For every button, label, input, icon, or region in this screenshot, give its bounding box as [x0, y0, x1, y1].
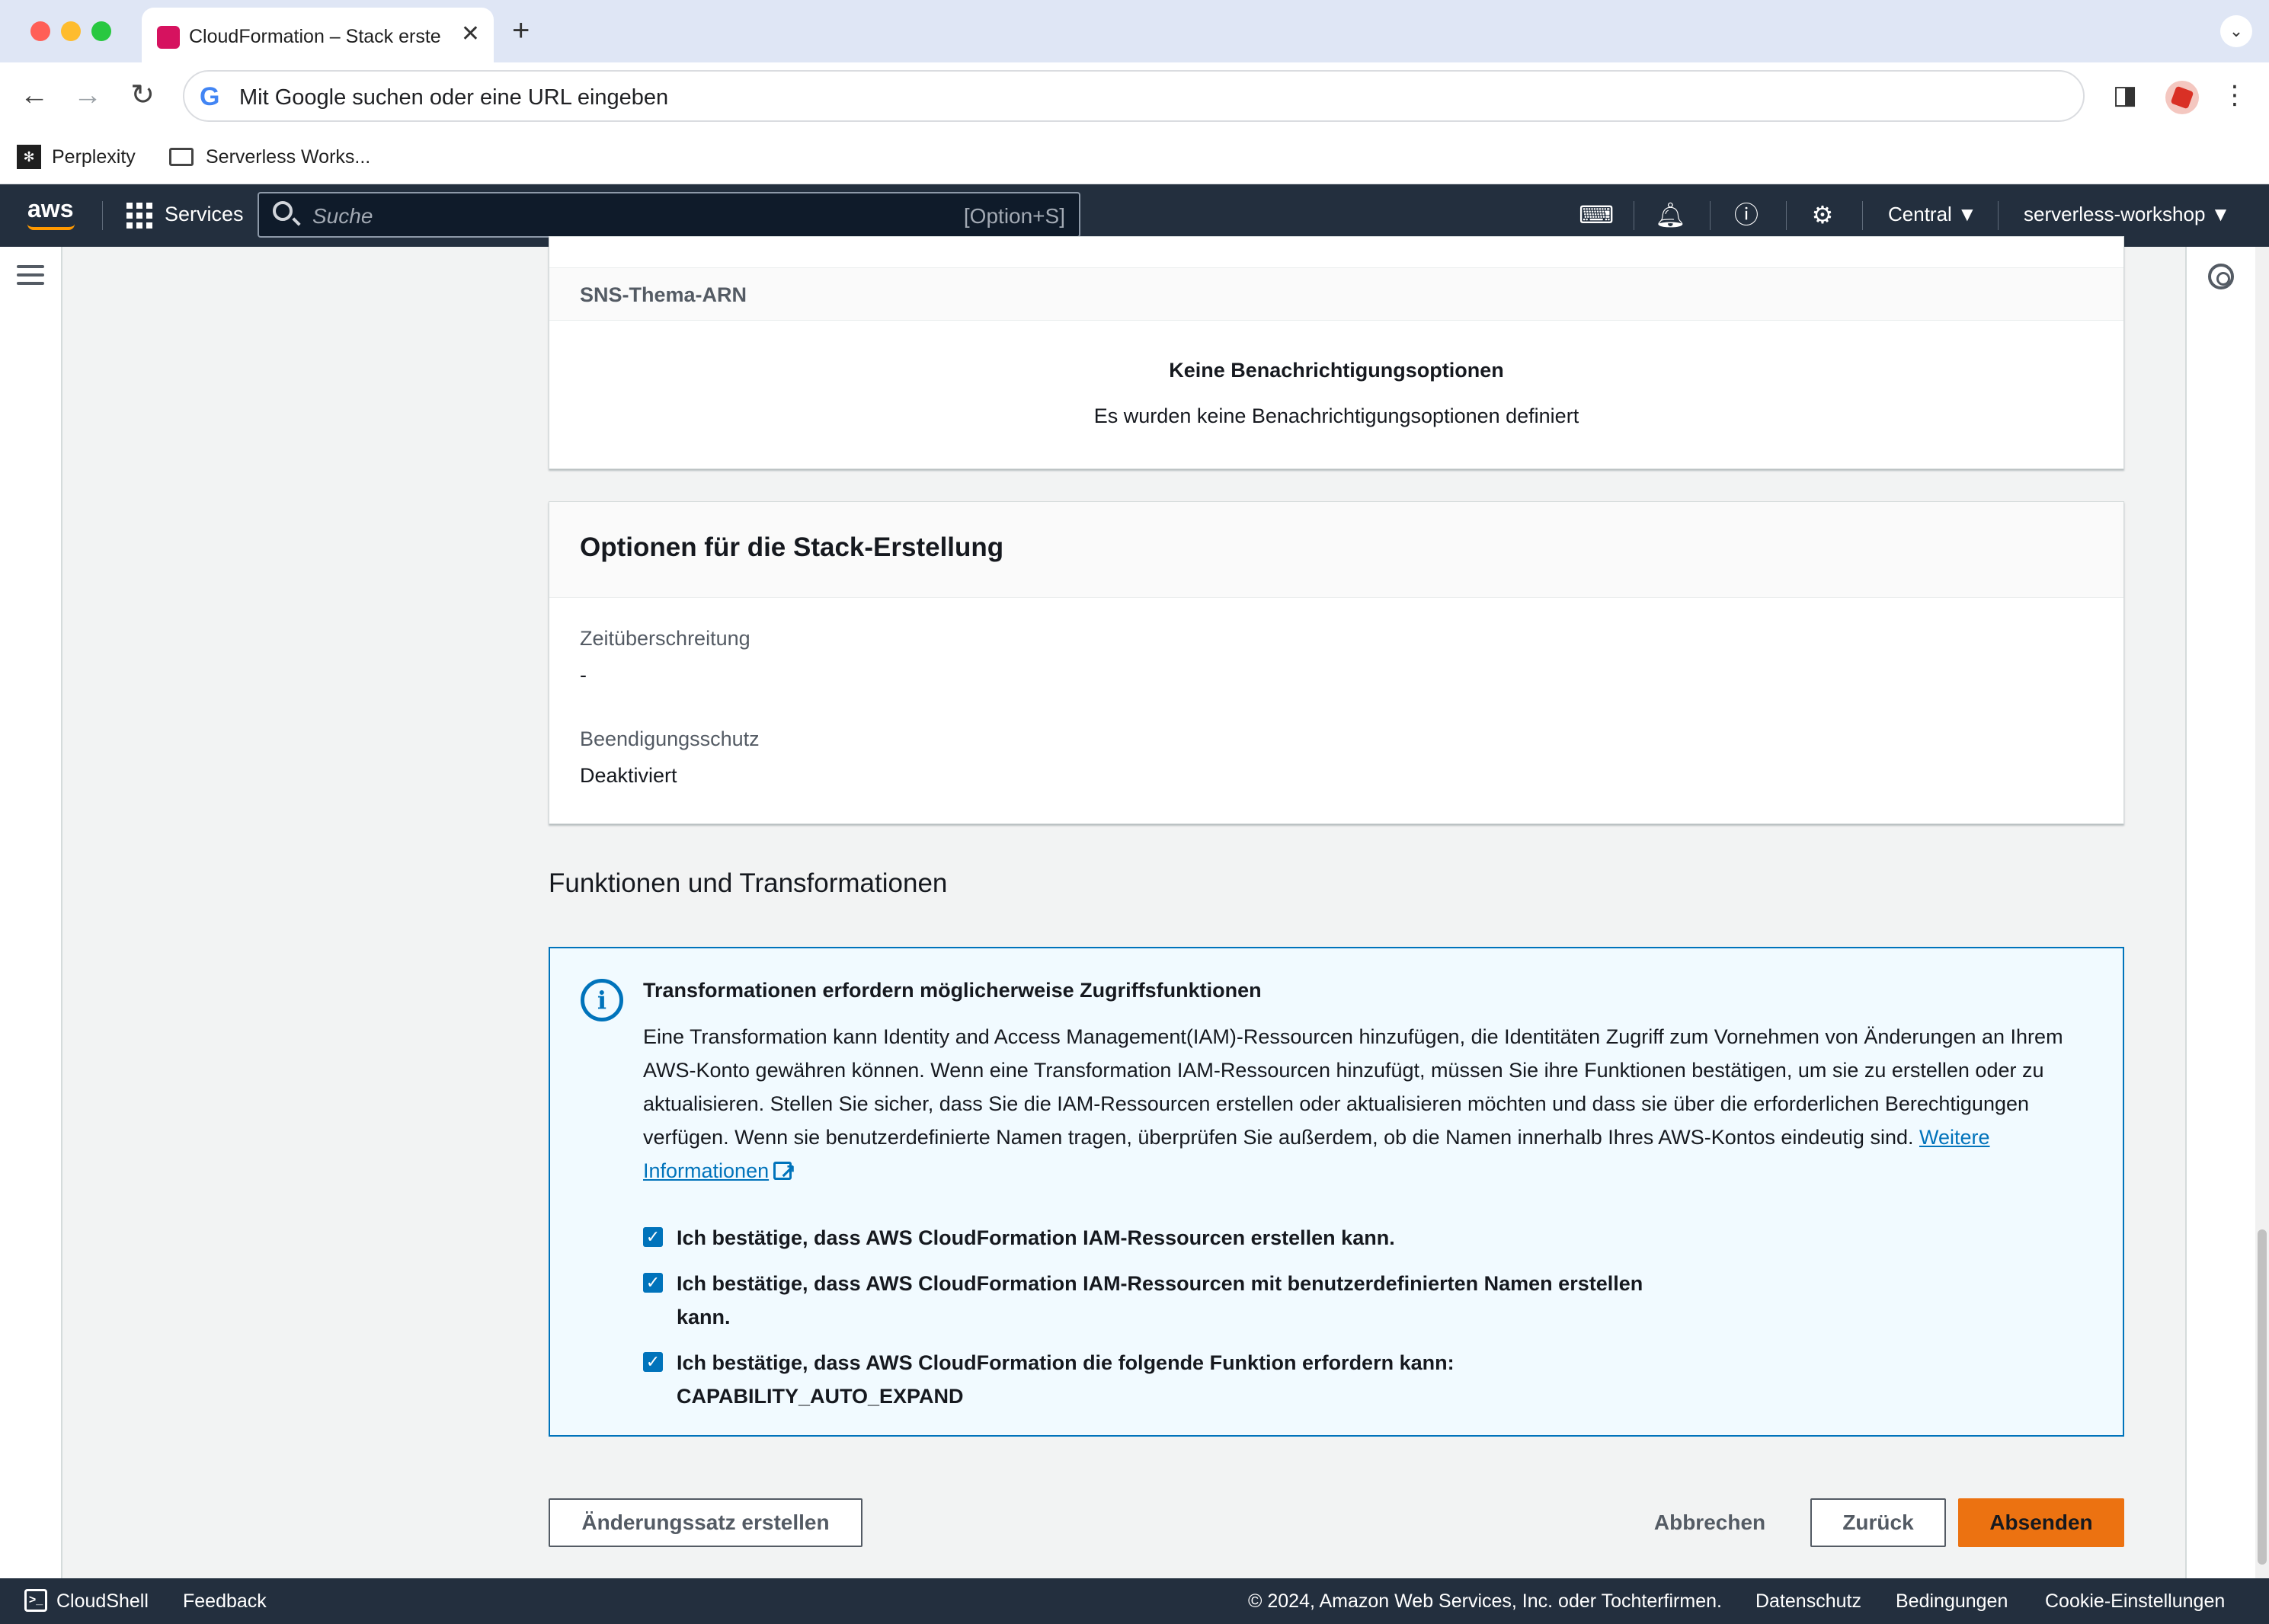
capabilities-info-alert: i Transformationen erfordern möglicherwe… — [549, 947, 2124, 1437]
search-placeholder: Suche — [312, 204, 373, 228]
window-minimize-button[interactable] — [61, 21, 81, 41]
capabilities-section-title: Funktionen und Transformationen — [549, 868, 948, 898]
bookmark-label: Perplexity — [52, 145, 136, 168]
create-change-set-button[interactable]: Änderungssatz erstellen — [549, 1498, 862, 1547]
notifications-table-header: SNS-Thema-ARN — [549, 267, 2123, 321]
info-icon: i — [581, 979, 623, 1021]
address-bar-placeholder: Mit Google suchen oder eine URL eingeben — [239, 85, 669, 110]
scrollbar-thumb[interactable] — [2258, 1229, 2267, 1565]
panel-title: Optionen für die Stack-Erstellung — [580, 532, 1004, 562]
search-icon — [273, 201, 293, 221]
checkbox-checked[interactable]: ✓ — [643, 1227, 663, 1247]
bookmark-perplexity[interactable]: ✻ Perplexity — [17, 140, 136, 174]
new-tab-button[interactable]: + — [512, 15, 530, 46]
footer-feedback-link[interactable]: Feedback — [183, 1590, 267, 1613]
aws-console-footer: >_ CloudShell Feedback © 2024, Amazon We… — [0, 1578, 2269, 1624]
acknowledge-auto-expand-checkbox-row[interactable]: ✓ Ich bestätige, dass AWS CloudFormation… — [643, 1346, 1484, 1413]
folder-icon — [169, 148, 194, 166]
nav-divider — [1862, 201, 1863, 230]
external-link-icon — [773, 1155, 796, 1188]
nav-divider — [1786, 201, 1787, 230]
back-button[interactable]: Zurück — [1810, 1498, 1946, 1547]
tab-title: CloudFormation – Stack erstellen — [189, 26, 440, 47]
tools-rail — [2185, 247, 2255, 1578]
bookmark-label: Serverless Works... — [206, 145, 371, 168]
account-menu[interactable]: serverless-workshop ▼ — [2024, 203, 2230, 226]
termination-protection-label: Beendigungsschutz — [580, 727, 760, 750]
side-navigation-rail — [0, 247, 62, 1578]
acknowledge-iam-checkbox-row[interactable]: ✓ Ich bestätige, dass AWS CloudFormation… — [643, 1221, 1667, 1255]
cloudshell-icon[interactable]: ⌨ — [1579, 200, 1614, 230]
aws-search-input[interactable]: Suche [Option+S] — [258, 192, 1080, 238]
submit-button[interactable]: Absenden — [1958, 1498, 2124, 1547]
notification-options-panel: SNS-Thema-ARN Keine Benachrichtigungsopt… — [549, 236, 2124, 469]
forward-arrow-icon[interactable]: → — [70, 78, 105, 113]
window-maximize-button[interactable] — [91, 21, 111, 41]
footer-terms-link[interactable]: Bedingungen — [1896, 1590, 2008, 1613]
empty-state-description: Es wurden keine Benachrichtigungsoptione… — [1093, 404, 1579, 427]
browser-tab-active[interactable]: CloudFormation – Stack erstellen ✕ — [142, 8, 494, 62]
back-arrow-icon[interactable]: ← — [17, 78, 52, 113]
reload-icon[interactable]: ↻ — [125, 78, 160, 113]
checkbox-checked[interactable]: ✓ — [643, 1273, 663, 1293]
checkbox-checked[interactable]: ✓ — [643, 1352, 663, 1372]
hamburger-menu-icon[interactable] — [17, 265, 44, 290]
nav-divider — [102, 201, 103, 230]
services-grid-icon[interactable] — [126, 203, 152, 229]
search-shortcut: [Option+S] — [963, 204, 1065, 228]
footer-copyright: © 2024, Amazon Web Services, Inc. oder T… — [1248, 1590, 1722, 1612]
aws-logo[interactable]: aws — [27, 195, 73, 223]
region-selector[interactable]: Central ▼ — [1888, 203, 1977, 226]
acknowledge-named-iam-checkbox-row[interactable]: ✓ Ich bestätige, dass AWS CloudFormation… — [643, 1267, 1698, 1334]
checkbox-label[interactable]: Ich bestätige, dass AWS CloudFormation I… — [677, 1221, 1667, 1255]
nav-divider — [1710, 201, 1711, 230]
stack-creation-options-panel: Optionen für die Stack-Erstellung Zeitüb… — [549, 501, 2124, 824]
column-header-sns-topic-arn: SNS-Thema-ARN — [580, 283, 747, 306]
timeout-label: Zeitüberschreitung — [580, 627, 750, 650]
bookmark-folder-serverless[interactable]: Serverless Works... — [169, 140, 370, 174]
empty-state-title: Keine Benachrichtigungsoptionen — [1169, 359, 1504, 382]
alert-title: Transformationen erfordern möglicherweis… — [643, 979, 1262, 1002]
notifications-bell-icon[interactable]: 🔔︎ — [1655, 200, 1686, 230]
window-close-button[interactable] — [30, 21, 50, 41]
alert-body: Eine Transformation kann Identity and Ac… — [643, 1020, 2091, 1188]
page-scrollbar[interactable] — [2255, 247, 2269, 1578]
cancel-button[interactable]: Abbrechen — [1638, 1498, 1781, 1547]
footer-cookie-settings-link[interactable]: Cookie-Einstellungen — [2045, 1590, 2225, 1613]
browser-menu-icon[interactable]: ⋮ — [2217, 78, 2252, 113]
google-logo-icon: G — [200, 82, 220, 111]
alert-body-text: Eine Transformation kann Identity and Ac… — [643, 1025, 2063, 1149]
cloudformation-favicon-icon — [157, 26, 180, 49]
tools-panel-icon[interactable] — [2208, 264, 2234, 289]
termination-protection-value: Deaktiviert — [580, 764, 677, 787]
browser-tabstrip: CloudFormation – Stack erstellen ✕ + ⌄ — [0, 0, 2269, 62]
checkbox-label[interactable]: Ich bestätige, dass AWS CloudFormation I… — [677, 1267, 1698, 1334]
footer-privacy-link[interactable]: Datenschutz — [1755, 1590, 1861, 1613]
cloudshell-icon[interactable]: >_ — [24, 1589, 47, 1612]
footer-cloudshell-link[interactable]: CloudShell — [56, 1590, 149, 1613]
tab-close-icon[interactable]: ✕ — [461, 23, 480, 46]
tab-search-button[interactable]: ⌄ — [2220, 15, 2252, 47]
settings-gear-icon[interactable]: ⚙ — [1807, 200, 1838, 230]
panel-header: Optionen für die Stack-Erstellung — [549, 502, 2123, 598]
nav-divider — [1998, 201, 1999, 230]
browser-toolbar: ← → ↻ G Mit Google suchen oder eine URL … — [0, 62, 2269, 129]
bookmarks-bar: ✻ Perplexity Serverless Works... — [0, 129, 2269, 184]
address-bar[interactable]: G Mit Google suchen oder eine URL eingeb… — [183, 70, 2085, 122]
timeout-value: - — [580, 663, 587, 686]
profile-avatar[interactable] — [2165, 81, 2199, 114]
checkbox-label[interactable]: Ich bestätige, dass AWS CloudFormation d… — [677, 1346, 1484, 1413]
services-menu[interactable]: Services — [165, 203, 244, 226]
help-icon[interactable]: ⓘ — [1731, 200, 1762, 230]
perplexity-icon: ✻ — [17, 145, 41, 169]
side-panel-icon[interactable]: ◨ — [2107, 78, 2143, 113]
aws-logo-smile — [27, 224, 75, 230]
